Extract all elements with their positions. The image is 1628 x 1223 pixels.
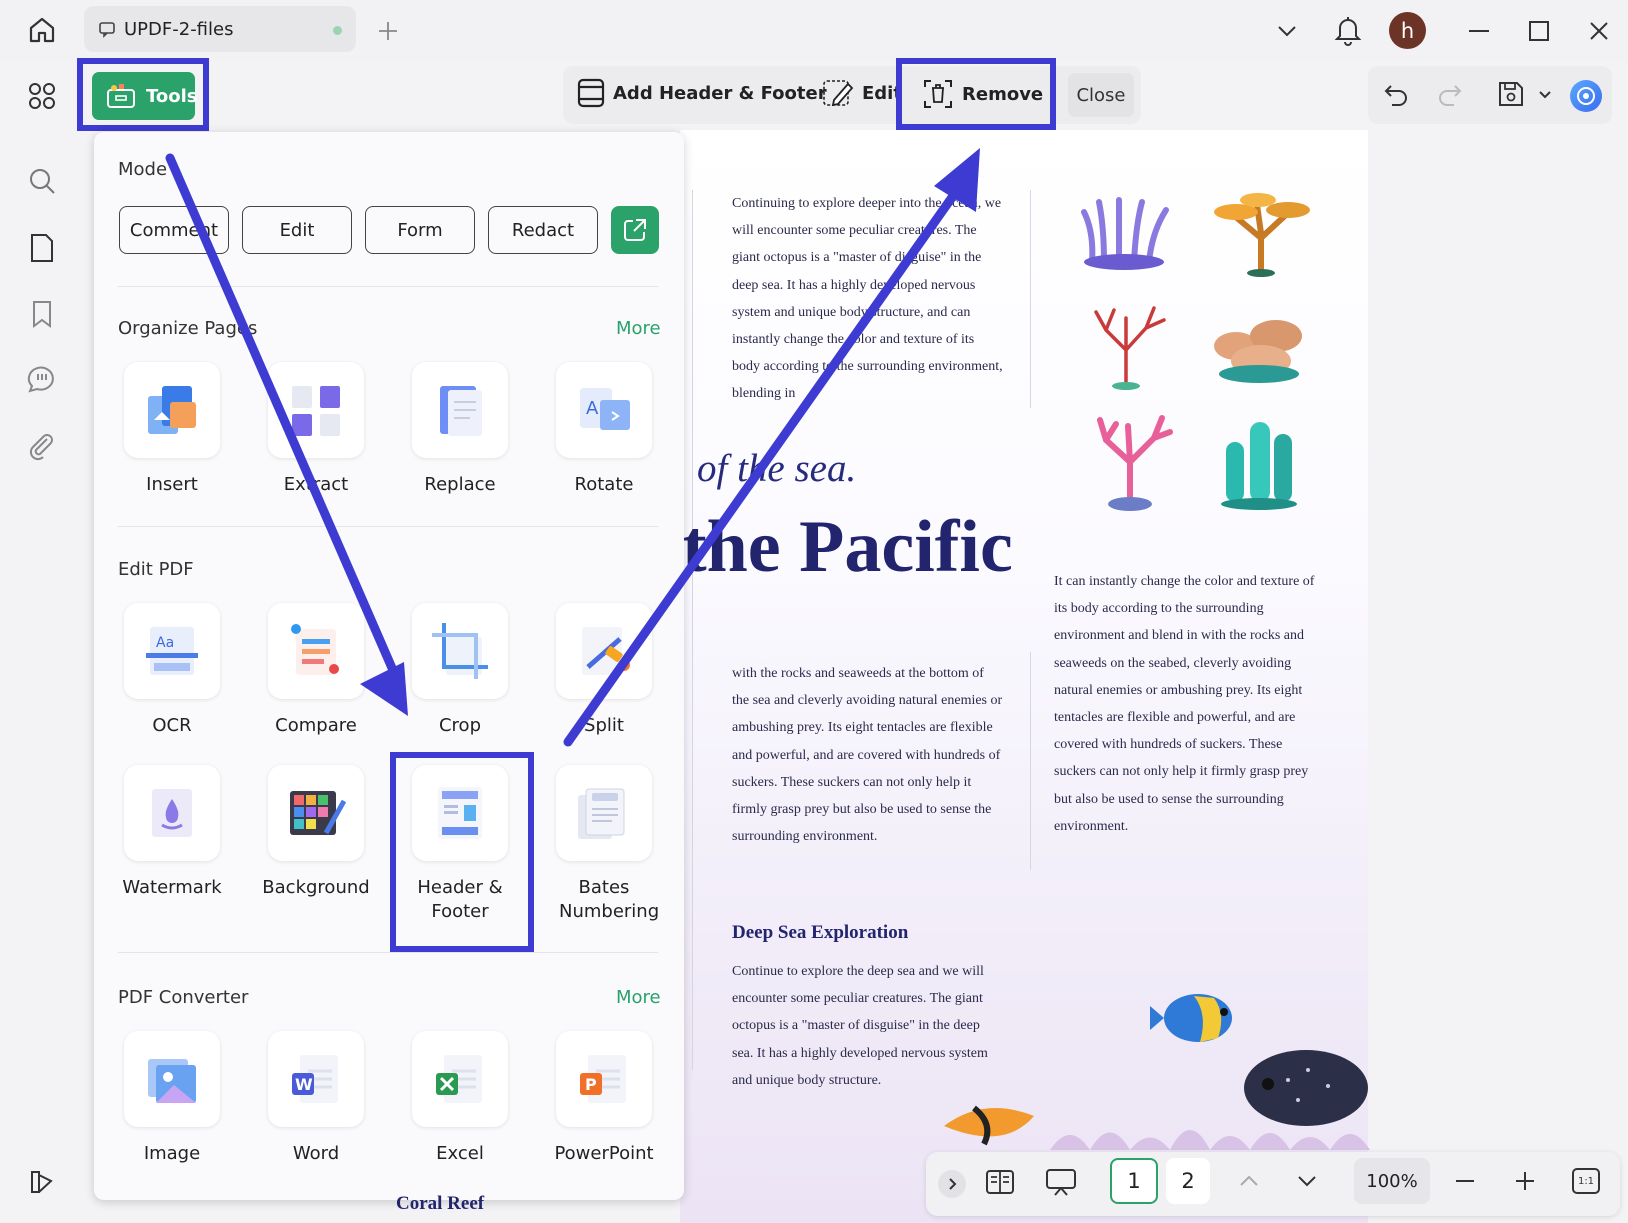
page-2-button[interactable]: 2 — [1166, 1158, 1210, 1204]
zoom-out-icon[interactable] — [1452, 1168, 1478, 1194]
actual-size-button[interactable]: 1:1 — [1572, 1168, 1600, 1194]
previous-page-icon[interactable] — [1236, 1168, 1262, 1194]
next-page-icon[interactable] — [1294, 1168, 1320, 1194]
zoom-in-icon[interactable] — [1512, 1168, 1538, 1194]
page-layout-icon[interactable] — [984, 1166, 1016, 1198]
instruction-arrows — [0, 0, 1628, 1223]
expand-chevron-icon[interactable] — [938, 1170, 966, 1198]
presentation-icon[interactable] — [1044, 1166, 1078, 1198]
zoom-level-field[interactable]: 100% — [1354, 1158, 1430, 1204]
page-1-button[interactable]: 1 — [1110, 1158, 1158, 1204]
